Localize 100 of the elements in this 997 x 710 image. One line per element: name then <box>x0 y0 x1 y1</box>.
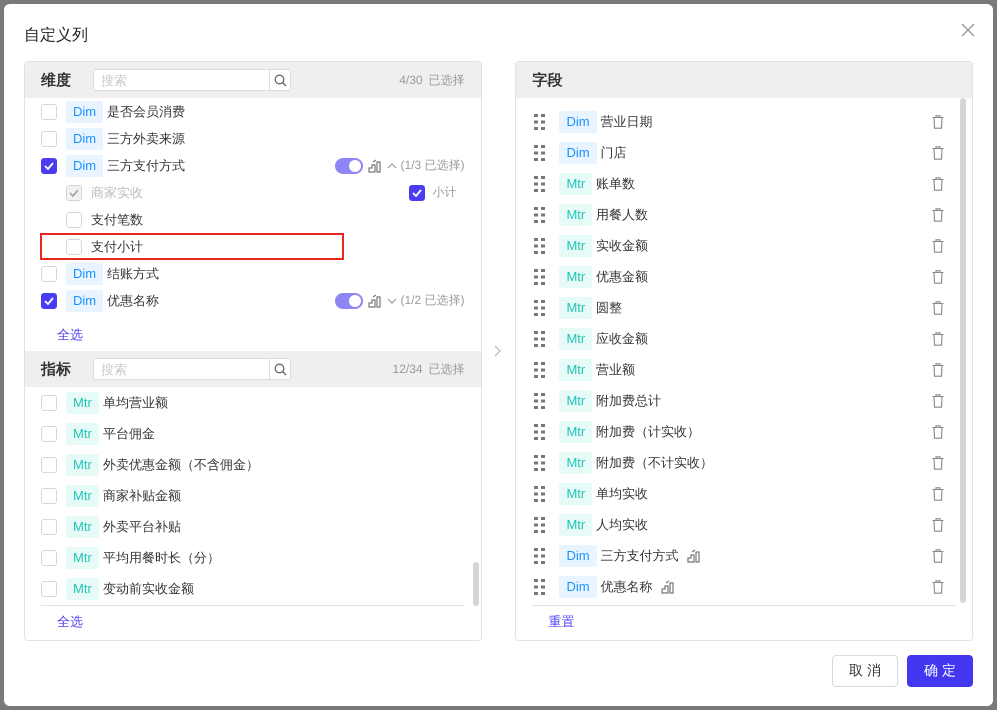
search-button[interactable] <box>269 69 291 91</box>
drag-handle-icon[interactable] <box>534 300 546 316</box>
level-icon[interactable] <box>368 294 382 308</box>
level-icon <box>686 548 701 562</box>
field-label: 实收金额 <box>596 236 648 254</box>
drag-handle-icon[interactable] <box>534 362 546 378</box>
trash-icon[interactable] <box>932 548 944 562</box>
trash-icon[interactable] <box>932 208 944 222</box>
search-icon[interactable] <box>274 74 286 86</box>
item-label: 商家实收 <box>91 184 143 202</box>
type-tag: Dim <box>66 290 104 312</box>
trash-icon[interactable] <box>932 176 944 190</box>
field-label: 圆整 <box>596 298 622 316</box>
caret-icon[interactable] <box>386 162 397 168</box>
field-label: 应收金额 <box>596 330 648 348</box>
drag-handle-icon[interactable] <box>534 114 546 130</box>
drag-handle-icon[interactable] <box>534 176 546 192</box>
type-tag: Mtr <box>66 392 99 414</box>
type-tag: Mtr <box>66 454 99 476</box>
type-tag: Mtr <box>559 514 592 536</box>
drag-handle-icon[interactable] <box>534 424 546 440</box>
trash-icon[interactable] <box>932 424 944 438</box>
select-all-link[interactable]: 全选 <box>57 326 83 344</box>
item-label: 三方支付方式 <box>107 156 186 174</box>
scrollbar[interactable] <box>472 562 479 606</box>
trash-icon[interactable] <box>932 270 944 284</box>
selected-label: 已选择 <box>428 72 465 88</box>
select-all-link[interactable]: 全选 <box>57 613 83 631</box>
type-tag: Dim <box>559 142 597 164</box>
checkbox[interactable] <box>41 292 57 308</box>
field-label: 附加费（不计实收） <box>596 454 714 472</box>
drag-handle-icon[interactable] <box>534 516 546 532</box>
confirm-button[interactable]: 确 定 <box>907 654 973 686</box>
item-label: 是否会员消费 <box>107 102 186 120</box>
trash-icon[interactable] <box>932 300 944 314</box>
scrollbar[interactable] <box>960 98 966 603</box>
trash-icon[interactable] <box>932 394 944 408</box>
close-icon[interactable] <box>961 22 975 36</box>
trash-icon[interactable] <box>932 486 944 500</box>
type-tag: Mtr <box>559 390 592 412</box>
type-tag: Dim <box>66 154 104 176</box>
level-icon[interactable] <box>368 158 382 172</box>
trash-icon[interactable] <box>932 332 944 346</box>
drag-handle-icon[interactable] <box>534 578 546 594</box>
item-label: 平均用餐时长（分） <box>102 548 220 566</box>
checkbox[interactable] <box>41 158 57 174</box>
drag-handle-icon[interactable] <box>534 206 546 222</box>
search-button[interactable] <box>269 358 291 380</box>
trash-icon[interactable] <box>932 114 944 128</box>
selected-count: 4/30 <box>399 73 423 87</box>
group-summary: (1/3 已选择) <box>400 157 465 174</box>
type-tag: Mtr <box>559 296 592 318</box>
field-label: 营业额 <box>596 360 636 378</box>
trash-icon[interactable] <box>932 146 944 160</box>
section-title: 维度 <box>41 70 72 90</box>
drag-handle-icon[interactable] <box>534 454 546 470</box>
field-label: 营业日期 <box>600 112 653 130</box>
type-tag: Mtr <box>559 482 592 504</box>
section-title: 指标 <box>41 360 72 378</box>
trash-icon[interactable] <box>932 456 944 470</box>
type-tag: Mtr <box>559 266 592 288</box>
chevron-right-icon[interactable] <box>494 345 502 357</box>
drag-handle-icon[interactable] <box>534 330 546 346</box>
type-tag: Dim <box>559 576 597 598</box>
drag-handle-icon[interactable] <box>534 238 546 254</box>
caret-icon[interactable] <box>386 298 397 304</box>
trash-icon[interactable] <box>932 238 944 252</box>
type-tag: Mtr <box>66 516 99 538</box>
field-label: 门店 <box>600 144 627 162</box>
check-icon <box>69 188 79 196</box>
field-label: 附加费（计实收） <box>596 422 700 440</box>
selected-count: 12/34 <box>392 362 423 376</box>
type-tag: Dim <box>66 128 104 150</box>
toggle-switch[interactable] <box>334 292 363 308</box>
type-tag: Dim <box>66 100 104 122</box>
drag-handle-icon[interactable] <box>534 144 546 160</box>
drag-handle-icon[interactable] <box>534 268 546 284</box>
toggle-switch[interactable] <box>334 158 363 174</box>
selected-label: 已选择 <box>428 360 465 378</box>
trash-icon[interactable] <box>932 580 944 594</box>
check-icon <box>412 188 422 196</box>
search-icon[interactable] <box>274 362 286 376</box>
field-label: 用餐人数 <box>596 206 648 224</box>
trash-icon[interactable] <box>932 518 944 532</box>
level-icon <box>660 580 675 594</box>
type-tag: Mtr <box>559 358 592 380</box>
type-tag: Mtr <box>559 172 592 194</box>
item-label: 单均营业额 <box>102 394 168 412</box>
reset-link[interactable]: 重置 <box>548 613 574 631</box>
drag-handle-icon[interactable] <box>534 392 546 408</box>
field-label: 账单数 <box>596 174 636 192</box>
check-icon <box>44 296 54 304</box>
item-label: 三方外卖来源 <box>107 130 186 148</box>
group-summary: (1/2 已选择) <box>400 292 465 309</box>
drag-handle-icon[interactable] <box>534 486 546 502</box>
cancel-button[interactable]: 取 消 <box>832 654 898 686</box>
trash-icon[interactable] <box>932 362 944 376</box>
item-label: 支付小计 <box>91 238 143 256</box>
drag-handle-icon[interactable] <box>534 548 546 564</box>
type-tag: Mtr <box>66 578 99 600</box>
